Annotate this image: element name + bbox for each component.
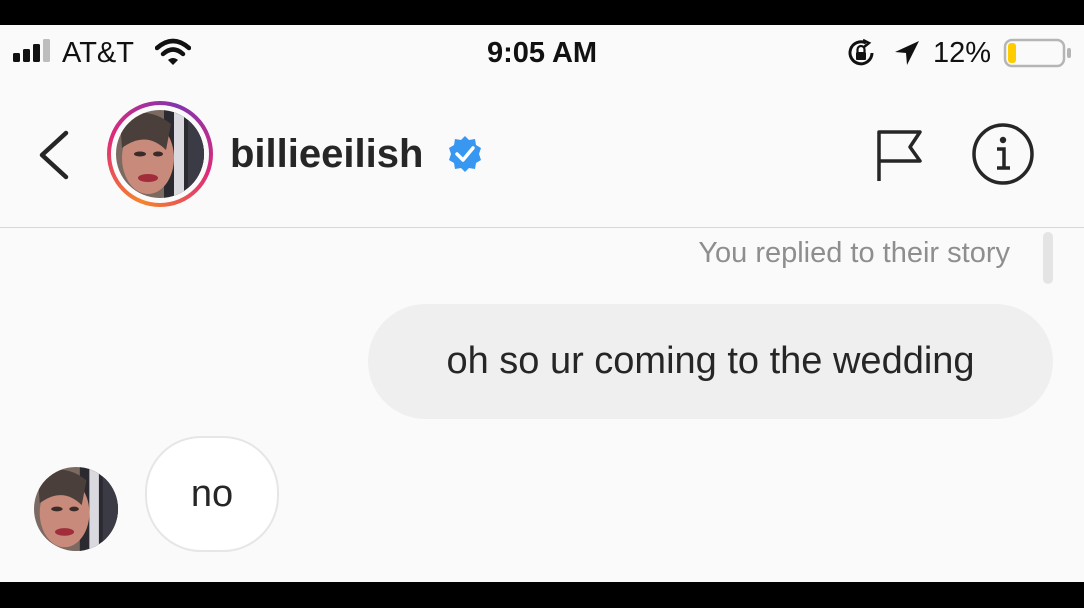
phone-screen: AT&T 9:05 AM 12% billieeilish You replie… bbox=[0, 25, 1084, 582]
info-icon[interactable] bbox=[971, 122, 1035, 186]
battery-percent: 12% bbox=[933, 37, 992, 69]
chat-username[interactable]: billieeilish bbox=[230, 132, 423, 177]
profile-avatar[interactable] bbox=[107, 101, 213, 207]
sender-avatar[interactable] bbox=[34, 467, 118, 551]
battery-fill bbox=[1008, 43, 1016, 63]
flag-icon[interactable] bbox=[875, 129, 925, 183]
incoming-message-bubble[interactable]: no bbox=[145, 436, 279, 552]
battery-icon bbox=[1003, 38, 1071, 68]
chat-header: billieeilish bbox=[0, 80, 1084, 228]
avatar-photo bbox=[116, 110, 204, 198]
verified-badge-icon bbox=[449, 136, 481, 172]
back-chevron-icon[interactable] bbox=[36, 130, 70, 180]
location-arrow-icon bbox=[895, 41, 919, 65]
outgoing-message-bubble[interactable]: oh so ur coming to the wedding bbox=[368, 304, 1053, 419]
status-bar: AT&T 9:05 AM 12% bbox=[0, 25, 1084, 80]
status-time: 9:05 AM bbox=[486, 37, 598, 69]
story-reply-label: You replied to their story bbox=[698, 237, 1010, 269]
rotation-lock-icon bbox=[848, 38, 874, 66]
bottom-letterbox bbox=[0, 582, 1084, 608]
scroll-indicator[interactable] bbox=[1043, 232, 1053, 284]
